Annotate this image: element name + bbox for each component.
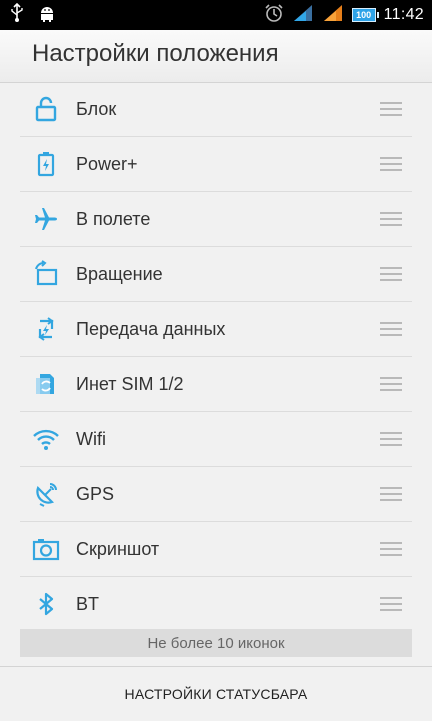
drag-handle-icon[interactable] <box>380 322 402 336</box>
drag-handle-icon[interactable] <box>380 212 402 226</box>
header: Настройки положения <box>0 30 432 83</box>
list-item-label: Блок <box>76 99 117 119</box>
list-item-label: Power+ <box>76 154 138 174</box>
list-item-label: В полете <box>76 209 151 229</box>
list-item-label: GPS <box>76 484 115 504</box>
list-item-screenshot[interactable]: Скриншот <box>20 522 412 577</box>
list-item-gps[interactable]: GPS <box>20 467 412 522</box>
status-time: 11:42 <box>383 6 424 23</box>
list-item-power-plus[interactable]: Power+ <box>20 137 412 192</box>
sim-icon <box>32 370 60 398</box>
drag-handle-icon[interactable] <box>380 542 402 556</box>
data-transfer-icon <box>32 315 60 343</box>
airplane-icon <box>32 205 60 233</box>
list-item-label: Передача данных <box>76 319 226 339</box>
list-item-label: Инет SIM 1/2 <box>76 374 184 394</box>
list-item-lock[interactable]: Блок <box>20 82 412 137</box>
signal-icon <box>322 3 344 28</box>
drag-handle-icon[interactable] <box>380 267 402 281</box>
battery-power-icon <box>32 150 60 178</box>
drag-handle-icon[interactable] <box>380 102 402 116</box>
bluetooth-icon <box>32 590 60 618</box>
android-debug-icon <box>38 4 56 27</box>
drag-handle-icon[interactable] <box>380 432 402 446</box>
list-item-data-transfer[interactable]: Передача данных <box>20 302 412 357</box>
camera-icon <box>32 535 60 563</box>
drag-handle-icon[interactable] <box>380 157 402 171</box>
list-item-bluetooth[interactable]: BT <box>20 577 412 632</box>
list-item-airplane[interactable]: В полете <box>20 192 412 247</box>
list-item-label: Вращение <box>76 264 163 284</box>
page-title: Настройки положения <box>32 40 279 67</box>
list-item-label: BT <box>76 594 100 614</box>
list-item-rotation[interactable]: Вращение <box>20 247 412 302</box>
icon-limit-note: Не более 10 иконок <box>20 629 412 657</box>
drag-handle-icon[interactable] <box>380 487 402 501</box>
status-bar: 100 11:42 <box>0 0 432 30</box>
wifi-icon <box>32 425 60 453</box>
list-item-wifi[interactable]: Wifi <box>20 412 412 467</box>
rotation-icon <box>32 260 60 288</box>
signal-icon <box>292 3 314 28</box>
battery-icon: 100 <box>351 8 379 22</box>
list-item-label: Wifi <box>76 429 106 449</box>
list-item-sim[interactable]: Инет SIM 1/2 <box>20 357 412 412</box>
list-item-label: Скриншот <box>76 539 160 559</box>
drag-handle-icon[interactable] <box>380 597 402 611</box>
gps-icon <box>32 480 60 508</box>
lock-icon <box>32 95 60 123</box>
drag-handle-icon[interactable] <box>380 377 402 391</box>
alarm-icon <box>264 3 284 28</box>
statusbar-settings-button[interactable]: НАСТРОЙКИ СТАТУСБАРА <box>0 666 432 721</box>
usb-icon <box>10 2 24 28</box>
quick-settings-list: Блок Power+ В полете Вращение Передача д… <box>20 82 412 632</box>
